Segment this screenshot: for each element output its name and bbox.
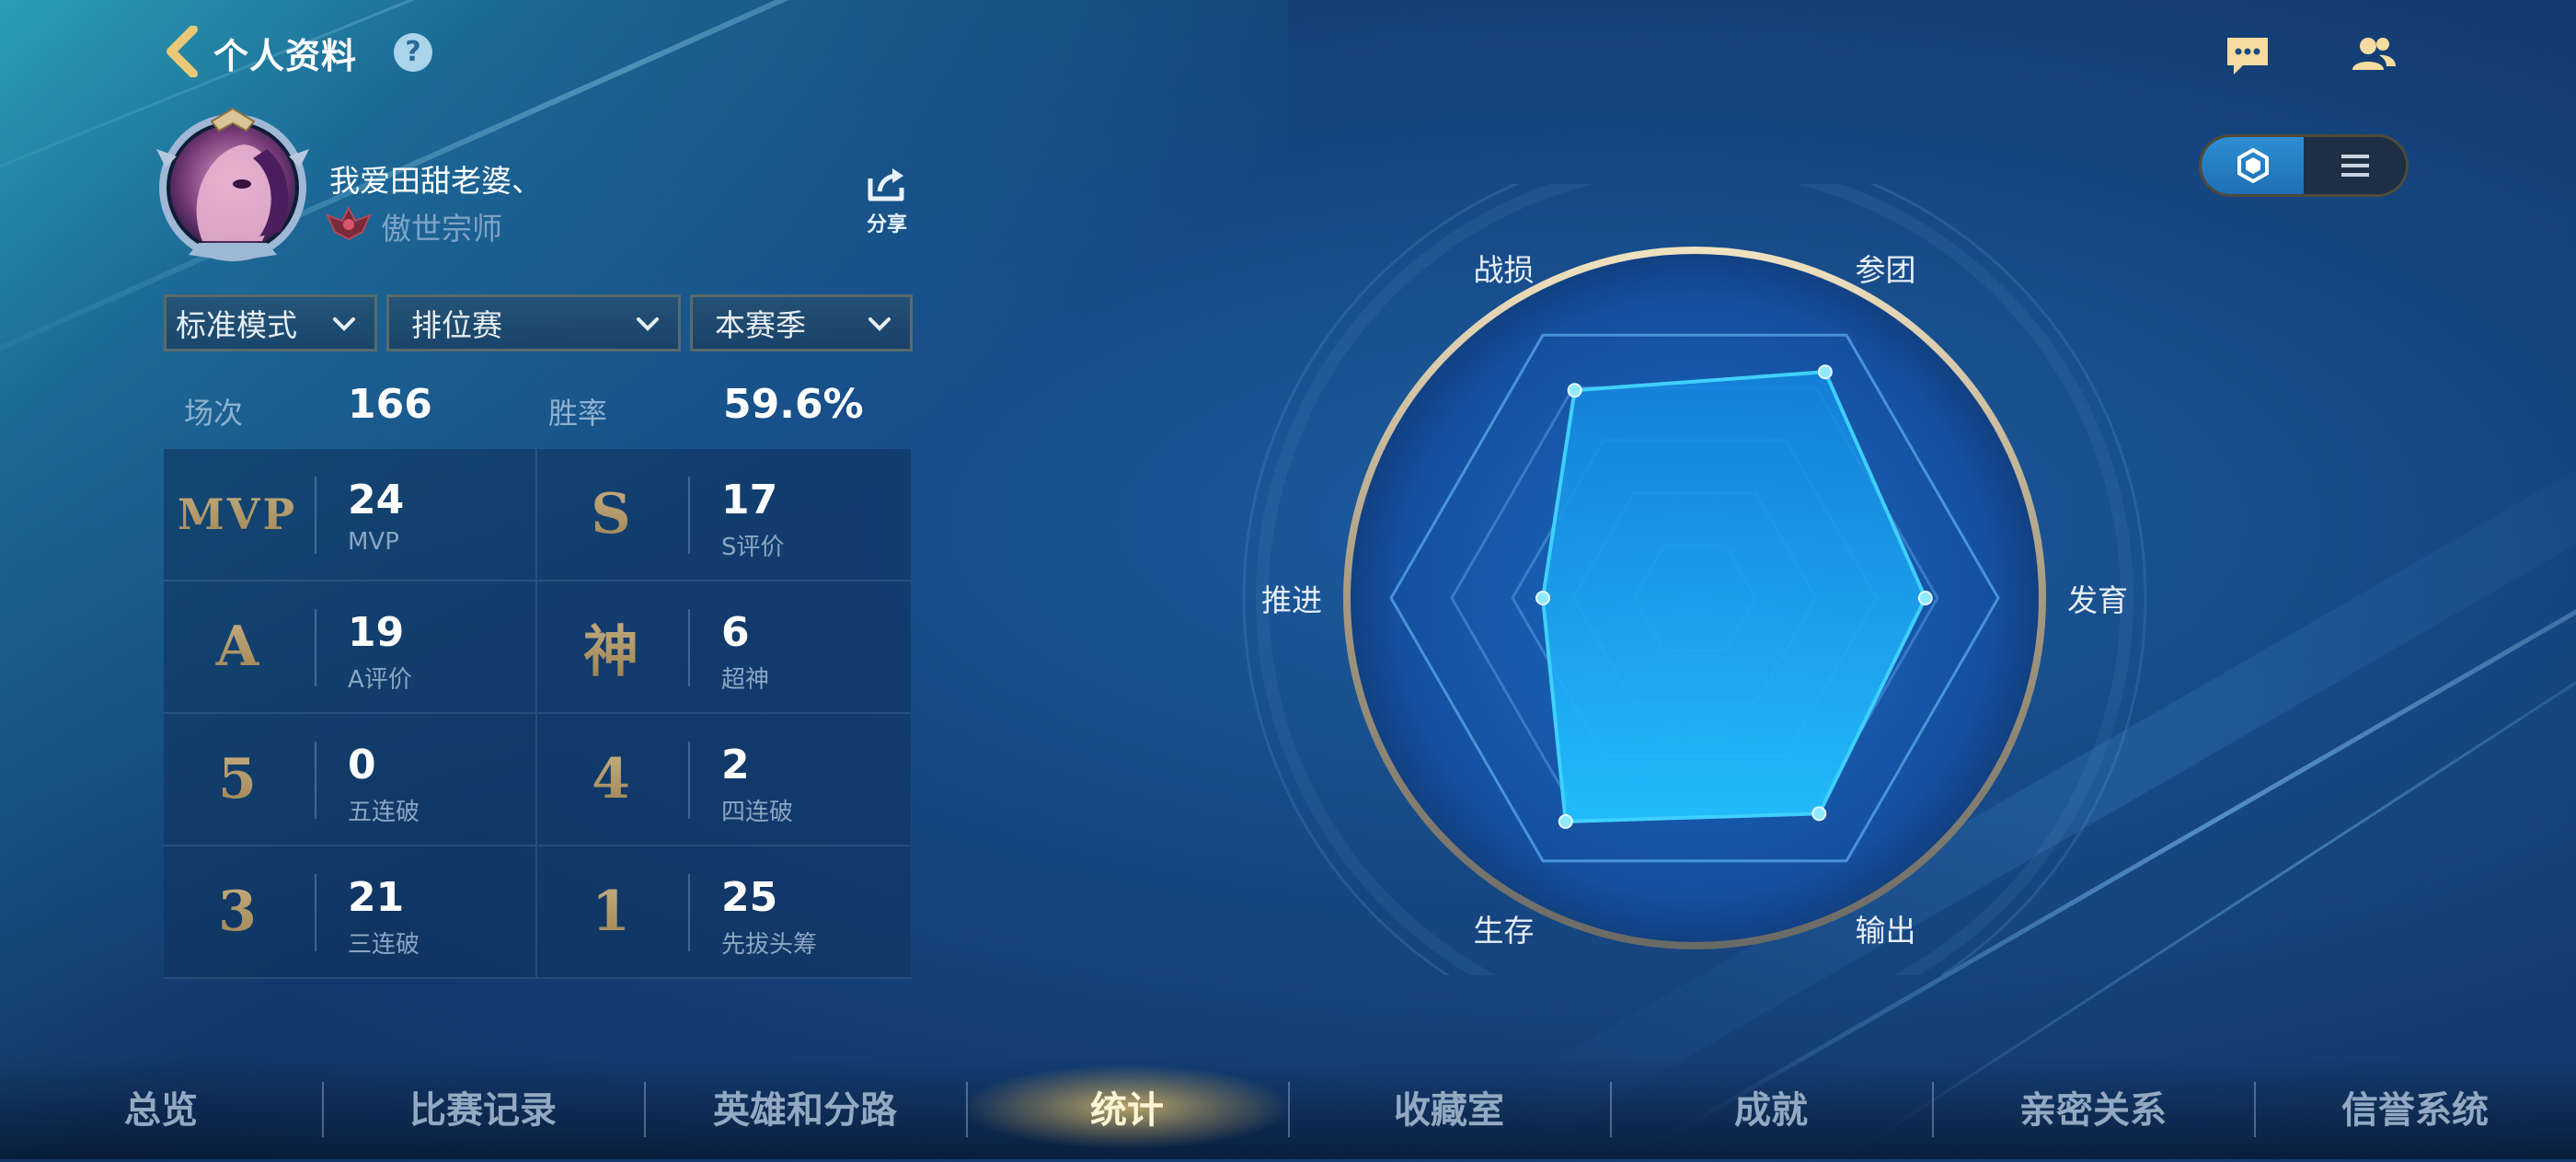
stat-label: 三连破	[348, 926, 420, 960]
stat-label: 超神	[721, 661, 769, 695]
mode-dropdown[interactable]: 标准模式	[164, 294, 377, 351]
match-type-dropdown[interactable]: 排位赛	[386, 294, 681, 351]
radar-view-toggle[interactable]	[2202, 137, 2304, 194]
stats-grid: MVP 24 MVP S 17 S评价 A 19 A评价 神 6 超神 5 0 …	[164, 449, 911, 979]
stat-cell-mvp: MVP 24 MVP	[164, 449, 537, 581]
radar-axis-label: 输出	[1856, 906, 1916, 950]
help-icon[interactable]: ?	[394, 33, 432, 72]
nav-tab[interactable]: 收藏室	[1288, 1065, 1610, 1148]
divider	[688, 609, 690, 686]
hexagon-icon	[2235, 147, 2271, 184]
stat-cell-godlike: 神 6 超神	[537, 581, 911, 714]
radar-axis-label: 推进	[1261, 576, 1322, 620]
stat-cell-penta: 5 0 五连破	[164, 714, 537, 846]
stat-label: 先拔头筹	[721, 926, 817, 960]
nav-tab[interactable]: 统计	[966, 1065, 1288, 1148]
back-button[interactable]	[164, 26, 201, 77]
stat-value: 21	[348, 874, 404, 921]
radar-axis-label: 生存	[1474, 906, 1535, 950]
season-dropdown-value: 本赛季	[715, 301, 806, 345]
list-icon	[2340, 152, 2371, 179]
penta-kill-icon: 5	[164, 714, 311, 845]
divider	[315, 874, 316, 951]
stat-value: 6	[721, 609, 750, 656]
share-label: 分享	[857, 208, 916, 237]
page-title: 个人资料	[213, 28, 357, 78]
view-toggle[interactable]	[2199, 134, 2409, 197]
stat-label: A评价	[348, 661, 412, 695]
a-rating-icon: A	[164, 581, 311, 712]
divider	[688, 874, 690, 951]
stat-cell-a: A 19 A评价	[164, 581, 537, 714]
match-type-dropdown-value: 排位赛	[411, 301, 502, 345]
mode-dropdown-value: 标准模式	[176, 301, 297, 345]
avatar[interactable]	[147, 103, 318, 265]
share-button[interactable]: 分享	[857, 166, 916, 239]
chat-icon[interactable]	[2225, 35, 2271, 77]
stat-value: 0	[348, 742, 376, 788]
stat-label: 五连破	[348, 793, 420, 827]
games-value: 166	[348, 381, 432, 428]
stat-cell-first-blood: 1 25 先拔头筹	[537, 846, 911, 979]
radar-point-5	[1536, 592, 1549, 604]
godlike-icon: 神	[537, 581, 684, 712]
rank-badge-icon	[324, 202, 374, 243]
nav-tab[interactable]: 英雄和分路	[644, 1065, 966, 1148]
share-icon	[867, 166, 907, 202]
radar-point-1	[1819, 365, 1832, 378]
winrate-label: 胜率	[548, 390, 607, 432]
stat-value: 24	[348, 477, 404, 523]
games-label: 场次	[184, 390, 243, 432]
divider	[315, 742, 316, 819]
chevron-down-icon	[634, 310, 661, 338]
radar-point-3	[1812, 807, 1825, 820]
mvp-icon: MVP	[164, 449, 311, 580]
stat-value: 17	[721, 477, 777, 523]
stat-cell-triple: 3 21 三连破	[164, 846, 537, 979]
chevron-down-icon	[866, 310, 893, 338]
friends-icon[interactable]	[2350, 35, 2398, 75]
radar-point-4	[1559, 815, 1572, 828]
quadra-kill-icon: 4	[537, 714, 684, 845]
radar-chart: 战损 参团发育输出 生存 推进	[1224, 184, 2162, 975]
radar-point-2	[1919, 592, 1932, 604]
first-blood-icon: 1	[537, 846, 684, 977]
nav-tab[interactable]: 信誉系统	[2254, 1065, 2576, 1148]
nav-tab[interactable]: 亲密关系	[1932, 1065, 2254, 1148]
divider	[688, 742, 690, 819]
stat-label: MVP	[348, 528, 399, 556]
nav-tab[interactable]: 成就	[1610, 1065, 1932, 1148]
divider	[315, 477, 316, 554]
radar-axis-label: 参团	[1856, 246, 1916, 290]
stat-label: 四连破	[721, 793, 793, 827]
list-view-toggle[interactable]	[2304, 137, 2406, 194]
radar-axis-label: 发育	[2067, 576, 2128, 620]
stat-cell-quadra: 4 2 四连破	[537, 714, 911, 846]
player-name: 我爱田甜老婆、	[329, 156, 542, 201]
rank-title: 傲世宗师	[381, 204, 502, 248]
chevron-left-icon	[164, 26, 201, 77]
stat-value: 19	[348, 609, 404, 656]
season-dropdown[interactable]: 本赛季	[690, 294, 913, 351]
winrate-value: 59.6%	[723, 381, 864, 428]
radar-axis-label: 战损	[1474, 246, 1535, 290]
divider	[688, 477, 690, 554]
chevron-down-icon	[330, 310, 358, 338]
stat-label: S评价	[721, 528, 785, 562]
nav-tab[interactable]: 比赛记录	[322, 1065, 644, 1148]
nav-tab[interactable]: 总览	[0, 1065, 322, 1148]
radar-point-0	[1569, 384, 1581, 397]
divider	[315, 609, 316, 686]
stat-value: 25	[721, 874, 777, 921]
triple-kill-icon: 3	[164, 846, 311, 977]
s-rating-icon: S	[537, 449, 684, 580]
stat-value: 2	[721, 742, 750, 788]
stat-cell-s: S 17 S评价	[537, 449, 911, 581]
